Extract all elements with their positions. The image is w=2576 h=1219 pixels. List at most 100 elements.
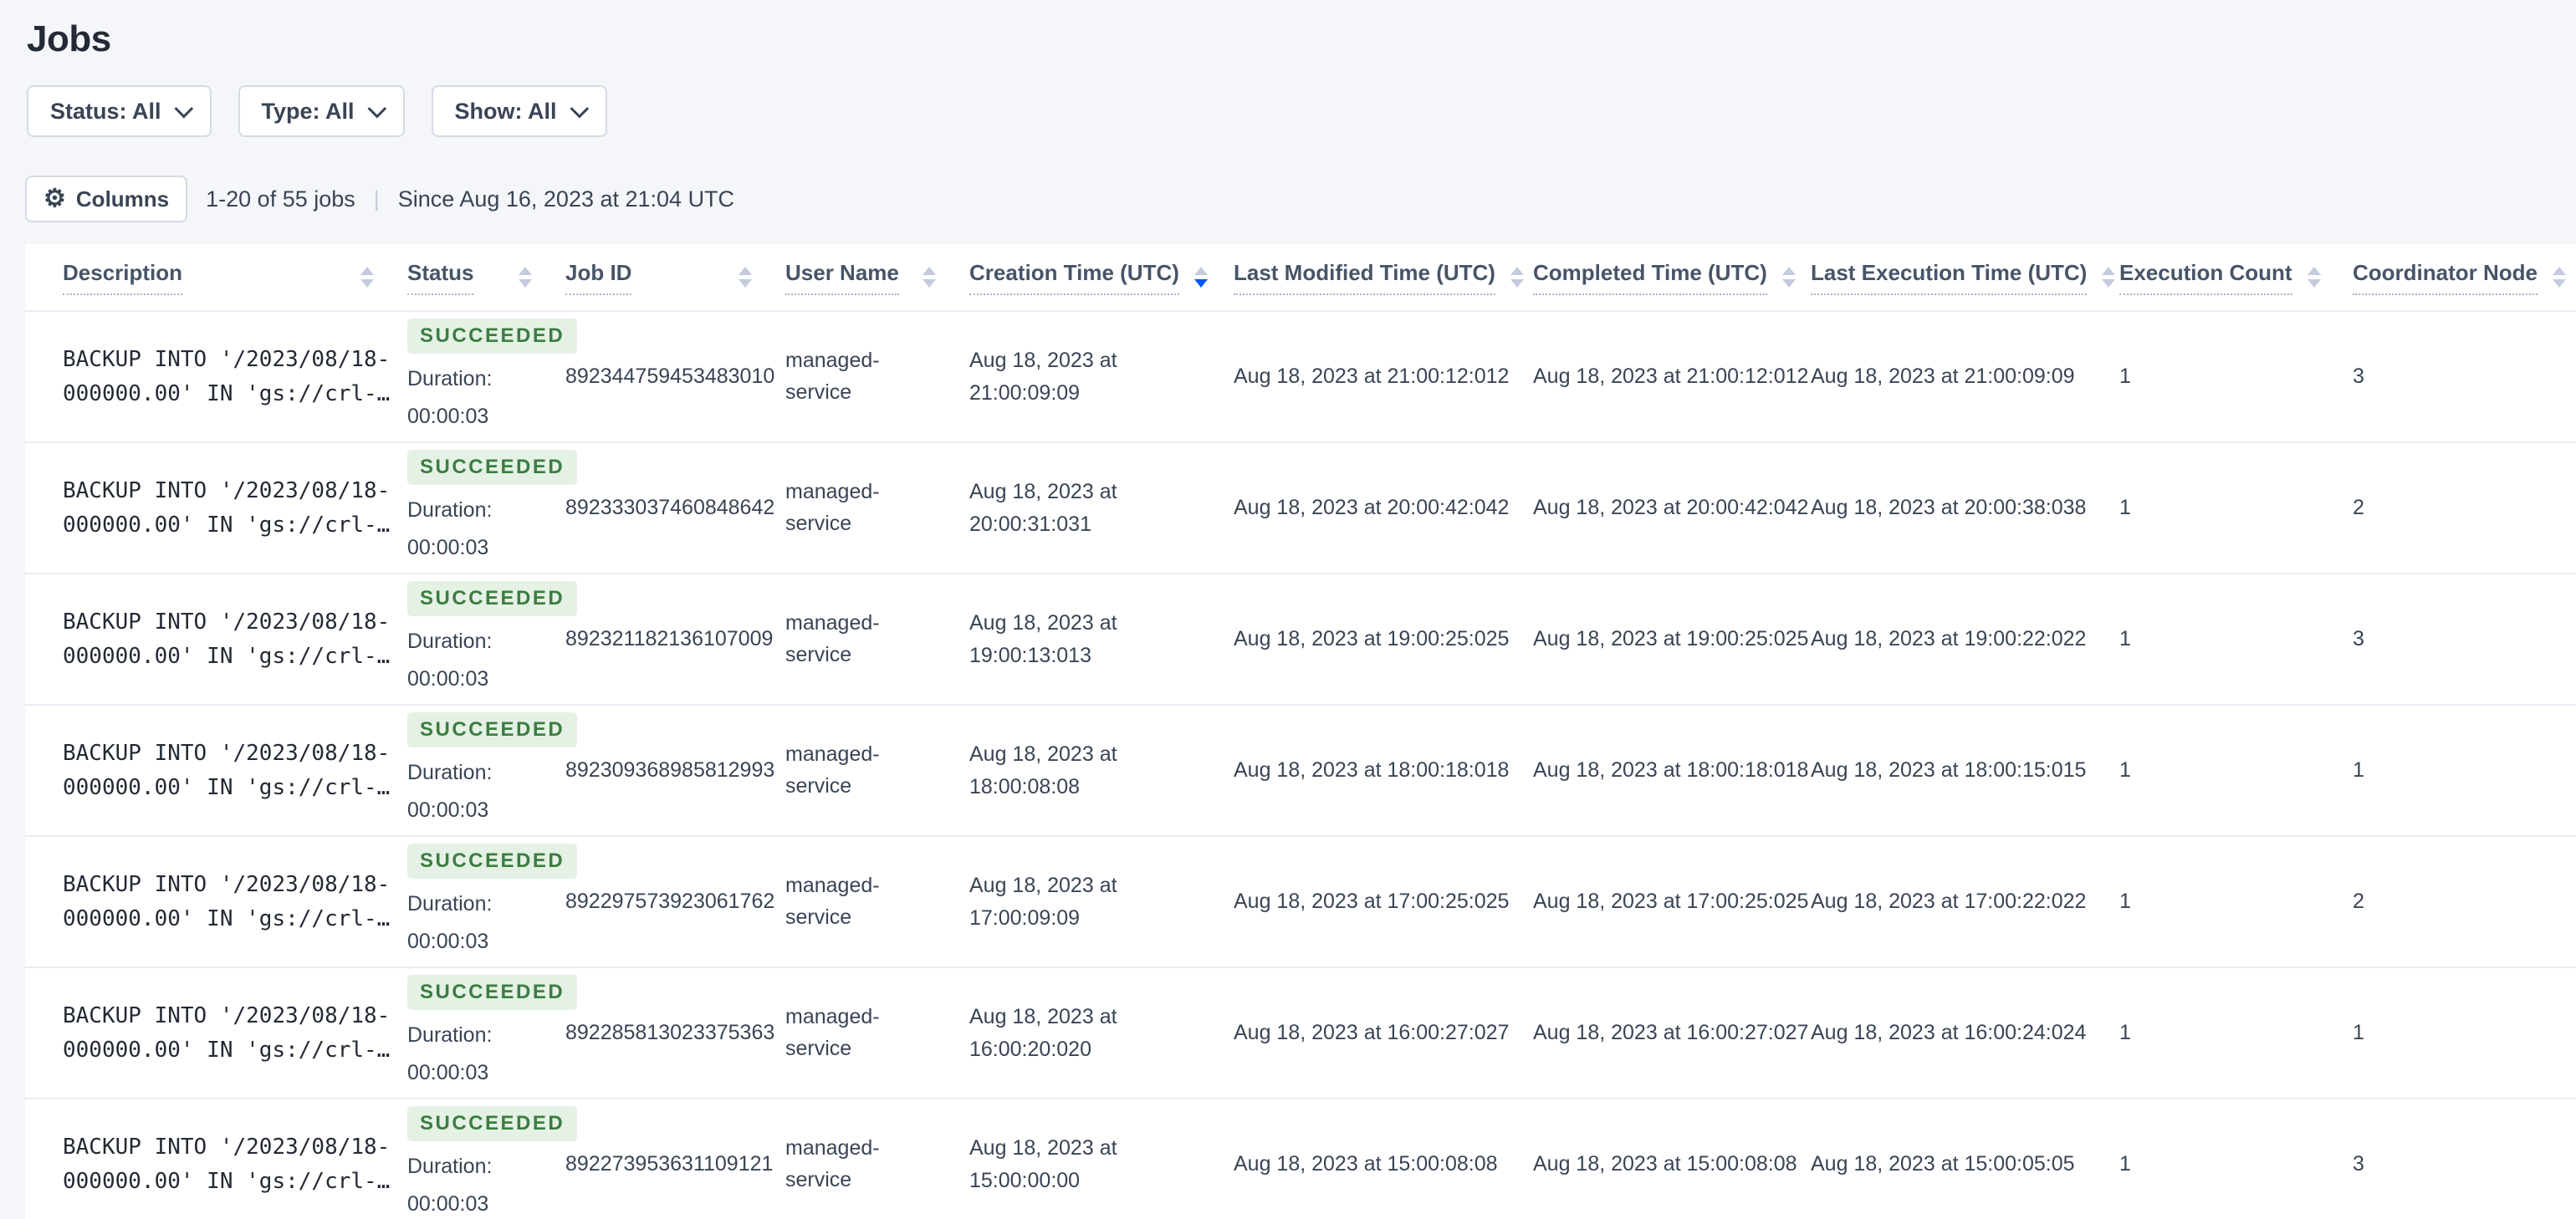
job-id: 892321182136107009: [565, 627, 774, 650]
column-header-creation_time[interactable]: Creation Time (UTC): [969, 244, 1234, 312]
duration-value: 00:00:03: [407, 404, 489, 428]
table-row[interactable]: BACKUP INTO '/2023/08/18-000000.00' IN '…: [25, 705, 2576, 837]
column-header-last_modified_time[interactable]: Last Modified Time (UTC): [1234, 244, 1533, 312]
sort-desc-icon: [923, 279, 936, 288]
job-duration: Duration: 00:00:03: [407, 623, 533, 698]
last-execution-time: Aug 18, 2023 at 16:00:24:024: [1811, 1021, 2087, 1044]
sort-arrows-icon[interactable]: [2553, 267, 2566, 288]
job-description[interactable]: BACKUP INTO '/2023/08/18-000000.00' IN '…: [63, 343, 390, 411]
column-header-execution_count[interactable]: Execution Count: [2119, 244, 2353, 312]
type-filter-label: Type: All: [261, 98, 355, 124]
job-duration: Duration: 00:00:03: [407, 1017, 533, 1092]
sort-desc-icon: [1781, 279, 1796, 288]
user-name: managed-service: [785, 1136, 880, 1191]
sort-desc-icon: [739, 279, 752, 288]
sort-desc-icon: [519, 279, 532, 288]
creation-time: Aug 18, 2023 at 21:00:09:09: [969, 348, 1117, 405]
execution-count: 1: [2119, 627, 2131, 650]
job-description[interactable]: BACKUP INTO '/2023/08/18-000000.00' IN '…: [63, 605, 390, 673]
status-filter-label: Status: All: [50, 98, 161, 124]
column-header-description[interactable]: Description: [25, 244, 407, 312]
job-description[interactable]: BACKUP INTO '/2023/08/18-000000.00' IN '…: [63, 999, 390, 1067]
jobs-table: Description Status Job ID User Name Creation…: [25, 244, 2576, 1219]
columns-button[interactable]: ⚙ Columns: [25, 176, 188, 222]
user-name: managed-service: [785, 1005, 880, 1060]
last-execution-time: Aug 18, 2023 at 15:00:05:05: [1811, 1152, 2075, 1176]
column-header-label: Coordinator Node: [2353, 260, 2538, 295]
gear-icon: ⚙: [43, 185, 66, 212]
table-row[interactable]: BACKUP INTO '/2023/08/18-000000.00' IN '…: [25, 967, 2576, 1099]
separator: |: [373, 186, 380, 212]
sort-arrows-icon[interactable]: [739, 267, 752, 288]
show-filter-label: Show: All: [454, 98, 557, 124]
table-row[interactable]: BACKUP INTO '/2023/08/18-000000.00' IN '…: [25, 1099, 2576, 1219]
status-filter-dropdown[interactable]: Status: All: [27, 85, 212, 137]
sort-arrows-icon[interactable]: [1510, 267, 1524, 288]
last-execution-time: Aug 18, 2023 at 18:00:15:015: [1811, 758, 2087, 782]
user-name: managed-service: [785, 480, 880, 535]
column-header-last_execution_time[interactable]: Last Execution Time (UTC): [1811, 244, 2119, 312]
table-row[interactable]: BACKUP INTO '/2023/08/18-000000.00' IN '…: [25, 574, 2576, 706]
sort-asc-icon: [1781, 267, 1796, 275]
user-name: managed-service: [785, 874, 880, 929]
sort-desc-icon: [1193, 279, 1208, 288]
table-header-row: Description Status Job ID User Name Creation…: [25, 244, 2576, 312]
sort-arrows-icon[interactable]: [1781, 267, 1796, 288]
coordinator-node: 1: [2353, 758, 2364, 782]
sort-desc-icon: [1510, 279, 1524, 288]
sort-arrows-icon[interactable]: [360, 267, 374, 288]
duration-value: 00:00:03: [407, 929, 489, 953]
sort-arrows-icon[interactable]: [519, 267, 532, 288]
chevron-down-icon: [367, 99, 386, 119]
duration-value: 00:00:03: [407, 798, 489, 822]
creation-time: Aug 18, 2023 at 17:00:09:09: [969, 873, 1117, 930]
column-header-label: Job ID: [565, 260, 632, 295]
execution-count: 1: [2119, 1152, 2131, 1176]
duration-label: Duration:: [407, 629, 493, 653]
job-duration: Duration: 00:00:03: [407, 492, 533, 567]
column-header-coordinator_node[interactable]: Coordinator Node: [2353, 244, 2576, 312]
column-header-status[interactable]: Status: [407, 244, 565, 312]
job-description[interactable]: BACKUP INTO '/2023/08/18-000000.00' IN '…: [63, 868, 390, 936]
sort-asc-icon: [2102, 267, 2116, 275]
execution-count: 1: [2119, 1021, 2131, 1044]
coordinator-node: 3: [2353, 365, 2364, 388]
job-id: 892309368985812993: [565, 758, 775, 782]
coordinator-node: 2: [2353, 496, 2364, 519]
table-row[interactable]: BACKUP INTO '/2023/08/18-000000.00' IN '…: [25, 836, 2576, 968]
sort-arrows-icon[interactable]: [923, 267, 936, 288]
column-header-job_id[interactable]: Job ID: [565, 244, 785, 312]
jobs-table-card: Description Status Job ID User Name Creation…: [25, 244, 2576, 1219]
job-description[interactable]: BACKUP INTO '/2023/08/18-000000.00' IN '…: [63, 474, 390, 542]
sort-arrows-icon[interactable]: [2102, 267, 2116, 288]
show-filter-dropdown[interactable]: Show: All: [431, 85, 607, 137]
duration-value: 00:00:03: [407, 1191, 489, 1216]
sort-asc-icon: [360, 267, 374, 275]
jobs-count-text: 1-20 of 55 jobs: [206, 186, 355, 212]
sort-asc-icon: [1510, 267, 1524, 275]
column-header-label: Completed Time (UTC): [1533, 260, 1767, 295]
duration-label: Duration:: [407, 497, 493, 522]
sort-arrows-icon[interactable]: [2307, 267, 2321, 288]
sort-desc-icon: [2307, 279, 2321, 288]
table-row[interactable]: BACKUP INTO '/2023/08/18-000000.00' IN '…: [25, 442, 2576, 574]
coordinator-node: 3: [2353, 1152, 2364, 1176]
duration-label: Duration:: [407, 760, 493, 784]
completed-time: Aug 18, 2023 at 21:00:12:012: [1533, 365, 1809, 388]
column-header-completed_time[interactable]: Completed Time (UTC): [1533, 244, 1811, 312]
sort-arrows-icon[interactable]: [1193, 267, 1208, 288]
sort-asc-icon: [2307, 267, 2321, 275]
column-header-user_name[interactable]: User Name: [785, 244, 969, 312]
job-duration: Duration: 00:00:03: [407, 1148, 533, 1219]
creation-time: Aug 18, 2023 at 16:00:20:020: [969, 1004, 1117, 1061]
table-row[interactable]: BACKUP INTO '/2023/08/18-000000.00' IN '…: [25, 311, 2576, 443]
duration-value: 00:00:03: [407, 1060, 489, 1084]
job-description[interactable]: BACKUP INTO '/2023/08/18-000000.00' IN '…: [63, 737, 390, 804]
execution-count: 1: [2119, 496, 2131, 519]
jobs-page: Jobs Status: All Type: All Show: All ⚙ C…: [0, 0, 2576, 1219]
job-description[interactable]: BACKUP INTO '/2023/08/18-000000.00' IN '…: [63, 1130, 390, 1198]
type-filter-dropdown[interactable]: Type: All: [238, 85, 405, 137]
sort-asc-icon: [2553, 267, 2566, 275]
column-header-label: Description: [63, 260, 183, 295]
sort-desc-icon: [360, 279, 374, 288]
